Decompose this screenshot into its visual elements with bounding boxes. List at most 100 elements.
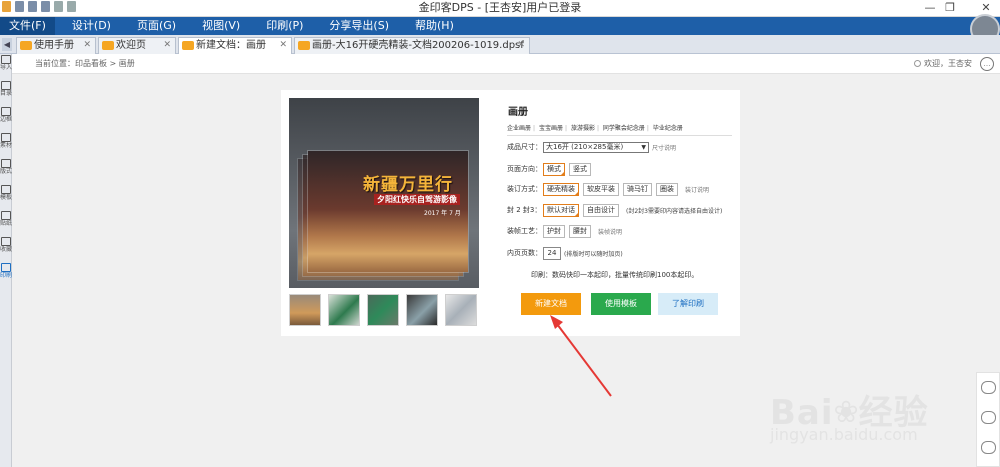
rail-item-layout[interactable]: 版式 [0, 158, 12, 184]
rail-item-material[interactable]: 素材 [0, 132, 12, 158]
cover-title: 新疆万里行 [363, 175, 453, 195]
breadcrumb-bar: 当前位置：印品看板 > 画册 欢迎，王杏安 … [12, 54, 1000, 74]
template-icon [1, 185, 11, 194]
tab-close-icon[interactable]: ✕ [517, 38, 525, 53]
tab-label: 欢迎页 [116, 40, 146, 51]
menu-page[interactable]: 页面(G) [128, 17, 185, 35]
customer-service-icon[interactable] [981, 381, 996, 394]
rail-item-favorite[interactable]: 收藏 [0, 236, 12, 262]
rail-item-import[interactable]: 导入 [0, 54, 12, 80]
maximize-button[interactable]: ❐ [940, 0, 960, 16]
orientation-portrait[interactable]: 竖式 [569, 162, 591, 176]
thumbnail[interactable] [289, 294, 321, 326]
menu-share-export[interactable]: 分享导出(S) [320, 17, 398, 35]
product-options: 画册 企业画册 | 宝宝画册 | 旅游摄影 | 同学聚会纪念册 | 毕业纪念册 成品尺寸… [507, 90, 735, 336]
breadcrumb: 当前位置：印品看板 > 画册 [35, 59, 135, 68]
dps-file-icon [182, 40, 194, 50]
menu-design[interactable]: 设计(D) [63, 17, 120, 35]
welcome-label: 欢迎，王杏安 [924, 59, 972, 68]
tab-welcome[interactable]: 欢迎页 ✕ [98, 37, 176, 54]
welcome-text: 欢迎，王杏安 [914, 54, 972, 74]
cover-label: 封 2 封3： [507, 206, 542, 214]
pages-label: 内页页数： [507, 249, 542, 257]
tab-scroll-left-icon[interactable]: ◀ [2, 38, 12, 51]
menu-view[interactable]: 视图(V) [193, 17, 249, 35]
title-bar: 金印客DPS - [王杏安]用户已登录 — ❐ ✕ [0, 0, 1000, 17]
cover-default[interactable]: 默认对话 [543, 203, 579, 217]
menu-print[interactable]: 印刷(P) [257, 17, 312, 35]
left-tool-rail: 导入 目录 边框 素材 版式 模板 贴纸 收藏 印刷 [0, 54, 12, 467]
tab-new-document[interactable]: 新建文档：画册 ✕ [178, 37, 292, 54]
rail-item-template[interactable]: 模板 [0, 184, 12, 210]
craft-jacket[interactable]: 护封 [543, 224, 565, 238]
tab-label: 使用手册 [34, 40, 74, 51]
subtab-reunion[interactable]: 同学聚会纪念册 [603, 125, 645, 132]
dps-file-icon [20, 40, 32, 50]
tab-album-file[interactable]: 画册-大16开硬壳精装-文档200206-1019.dpsf ✕ [294, 37, 530, 54]
size-row: 成品尺寸： 大16开 (210×285毫米) ▼ 尺寸说明 [507, 139, 676, 155]
tab-user-manual[interactable]: 使用手册 ✕ [16, 37, 96, 54]
category-subtabs: 企业画册 | 宝宝画册 | 旅游摄影 | 同学聚会纪念册 | 毕业纪念册 [507, 123, 732, 136]
tab-close-icon[interactable]: ✕ [279, 38, 287, 53]
orientation-row: 页面方向： 横式 竖式 [507, 161, 595, 177]
print-icon [1, 263, 11, 272]
pages-input[interactable]: 24 [543, 246, 561, 260]
binding-label: 装订方式： [507, 185, 542, 193]
tab-close-icon[interactable]: ✕ [83, 38, 91, 53]
rail-item-catalog[interactable]: 目录 [0, 80, 12, 106]
subtab-baby[interactable]: 宝宝画册 [539, 125, 563, 132]
product-card: 新疆万里行 夕阳红快乐自驾游影像 2017 年 7 月 画册 企业画册 | 宝宝画… [281, 90, 740, 336]
subtab-enterprise[interactable]: 企业画册 [507, 125, 531, 132]
size-select[interactable]: 大16开 (210×285毫米) ▼ [543, 141, 649, 153]
tab-close-icon[interactable]: ✕ [163, 38, 171, 53]
chat-bubble-icon[interactable] [981, 411, 996, 424]
new-document-button[interactable]: 新建文档 [521, 293, 581, 315]
window-title: 金印客DPS - [王杏安]用户已登录 [418, 1, 582, 14]
star-icon [1, 237, 11, 246]
pages-hint: (排版时可以随时加页) [564, 250, 623, 258]
cover-row: 封 2 封3： 默认对话 自由设计 (封2封3需要印内容请选择自由设计) [507, 202, 722, 218]
size-hint-link[interactable]: 尺寸说明 [652, 143, 676, 152]
cover-subtitle: 夕阳红快乐自驾游影像 [374, 194, 460, 205]
cover-free-design[interactable]: 自由设计 [583, 203, 619, 217]
cover-hint: (封2封3需要印内容请选择自由设计) [626, 207, 723, 215]
menu-file[interactable]: 文件(F) [0, 17, 55, 35]
rail-item-print[interactable]: 印刷 [0, 262, 12, 288]
headset-icon[interactable] [981, 441, 996, 454]
craft-hint-link[interactable]: 装帧说明 [598, 227, 622, 236]
import-icon [1, 55, 11, 64]
cover-date: 2017 年 7 月 [424, 210, 461, 217]
binding-hint-link[interactable]: 装订说明 [685, 185, 709, 194]
pages-row: 内页页数： 24 (排版时可以随时加页) [507, 245, 623, 261]
craft-row: 装帧工艺： 护封 腰封 装帧说明 [507, 223, 622, 239]
minimize-button[interactable]: — [920, 0, 940, 16]
dps-file-icon [102, 40, 114, 50]
subtab-travel[interactable]: 旅游摄影 [571, 125, 595, 132]
thumbnail[interactable] [406, 294, 438, 326]
sticker-icon [1, 211, 11, 220]
border-icon [1, 107, 11, 116]
watermark-url: jingyan.baidu.com [770, 425, 918, 444]
use-template-button[interactable]: 使用模板 [591, 293, 651, 315]
rail-item-sticker[interactable]: 贴纸 [0, 210, 12, 236]
layout-icon [1, 159, 11, 168]
craft-belly-band[interactable]: 腰封 [569, 224, 591, 238]
thumbnail[interactable] [367, 294, 399, 326]
binding-spiral[interactable]: 圈装 [656, 182, 678, 196]
binding-softcover[interactable]: 软皮平装 [583, 182, 619, 196]
binding-hardcover[interactable]: 硬壳精装 [543, 182, 579, 196]
menu-help[interactable]: 帮助(H) [406, 17, 463, 35]
thumbnail[interactable] [445, 294, 477, 326]
material-icon [1, 133, 11, 142]
subtab-graduation[interactable]: 毕业纪念册 [653, 125, 683, 132]
catalog-icon [1, 81, 11, 90]
thumbnail[interactable] [328, 294, 360, 326]
document-tab-bar: ◀ 使用手册 ✕ 欢迎页 ✕ 新建文档：画册 ✕ 画册-大16开硬壳精装-文档2… [0, 35, 1000, 54]
message-icon[interactable]: … [980, 57, 994, 71]
rail-item-border[interactable]: 边框 [0, 106, 12, 132]
orientation-landscape[interactable]: 横式 [543, 162, 565, 176]
print-note: 印刷：数码快印一本起印，批量传统印刷100本起印。 [531, 271, 699, 279]
learn-print-button[interactable]: 了解印刷 [658, 293, 718, 315]
binding-saddle-stitch[interactable]: 骑马钉 [623, 182, 652, 196]
orientation-label: 页面方向： [507, 165, 542, 173]
